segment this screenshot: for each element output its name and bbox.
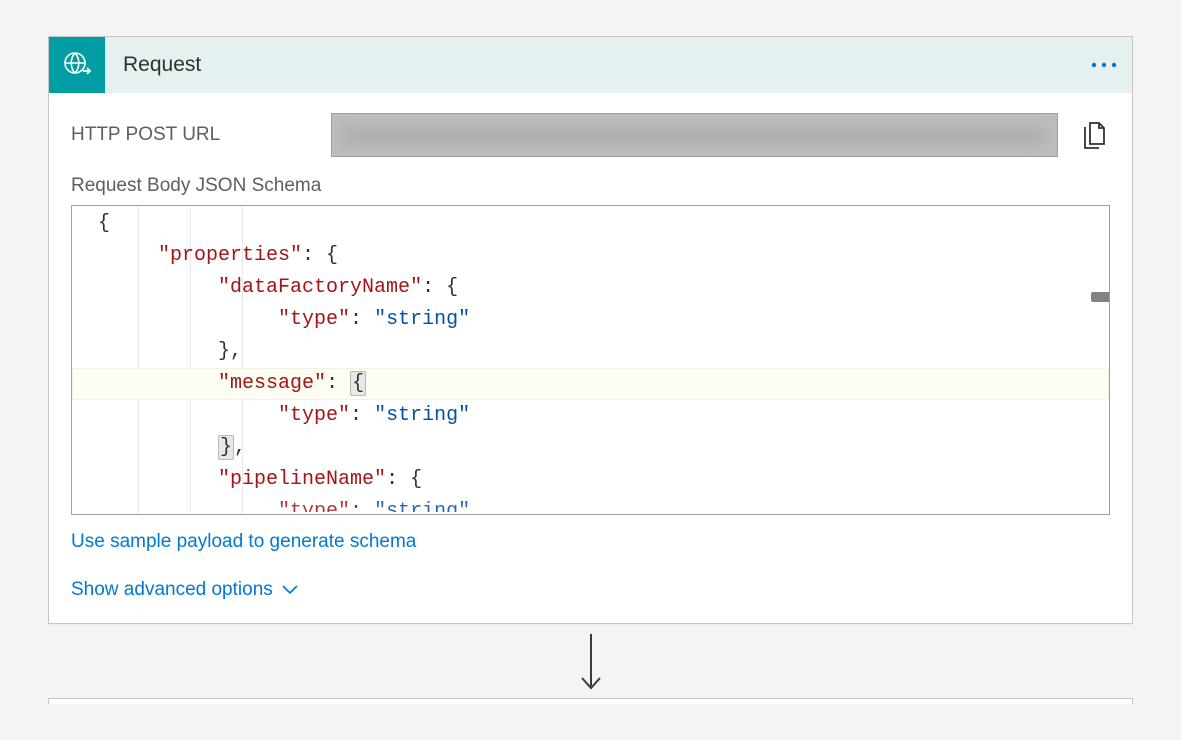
code-line: "type": "string" <box>72 400 1109 432</box>
globe-request-icon <box>49 37 105 93</box>
code-line: "message": { <box>72 368 1109 400</box>
code-line: "dataFactoryName": { <box>72 272 1109 304</box>
use-sample-payload-link[interactable]: Use sample payload to generate schema <box>71 531 416 552</box>
advanced-label: Show advanced options <box>71 579 273 601</box>
url-value-obscured <box>342 126 1047 146</box>
code-line: }, <box>72 432 1109 464</box>
card-header[interactable]: Request <box>49 37 1132 93</box>
more-menu-button[interactable] <box>1076 37 1132 93</box>
flow-connector-arrow-icon <box>48 624 1133 694</box>
schema-label: Request Body JSON Schema <box>71 175 1110 197</box>
request-trigger-card: Request HTTP POST URL <box>48 36 1133 624</box>
code-line: "type": "string" <box>72 496 1109 512</box>
http-post-url-label: HTTP POST URL <box>71 124 311 146</box>
card-title: Request <box>105 37 1076 93</box>
next-card <box>48 698 1133 704</box>
code-line: }, <box>72 336 1109 368</box>
chevron-down-icon <box>281 584 299 596</box>
show-advanced-options-toggle[interactable]: Show advanced options <box>71 579 1110 601</box>
json-schema-editor[interactable]: { "properties": { "dataFactoryName": { "… <box>71 205 1110 515</box>
code-line: "properties": { <box>72 240 1109 272</box>
copy-url-button[interactable] <box>1078 119 1110 151</box>
http-post-url-field[interactable] <box>331 113 1058 157</box>
code-line: { <box>72 208 1109 240</box>
code-line: "type": "string" <box>72 304 1109 336</box>
scroll-thumb-icon[interactable] <box>1091 292 1110 302</box>
code-line: "pipelineName": { <box>72 464 1109 496</box>
